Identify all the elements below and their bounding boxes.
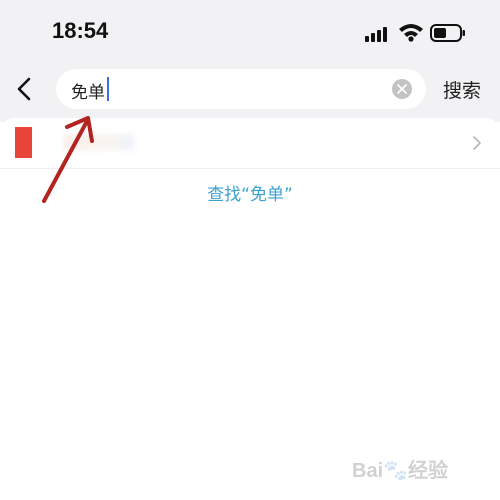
watermark-paw-icon: 🐾 [383,460,409,482]
result-row[interactable] [0,118,500,169]
chevron-right-icon[interactable] [471,135,483,151]
text-caret [107,77,109,101]
result-thumbnail [15,127,32,158]
battery-icon [430,24,465,42]
search-button[interactable]: 搜索 [443,76,481,103]
wifi-icon [399,24,423,42]
watermark-suffix: 经验 [408,460,449,482]
signal-icon [365,27,387,42]
back-arrow-icon[interactable] [10,74,40,104]
watermark-text: Bai [352,460,384,482]
result-title-blurred [64,134,134,150]
find-link[interactable]: 查找“免单” [0,180,500,205]
search-query: 免单 [71,83,105,103]
search-input[interactable]: 免单 [56,69,426,109]
clear-icon[interactable] [392,79,412,99]
watermark: Bai🐾经验 [352,454,448,483]
status-time: 18:54 [52,18,109,43]
